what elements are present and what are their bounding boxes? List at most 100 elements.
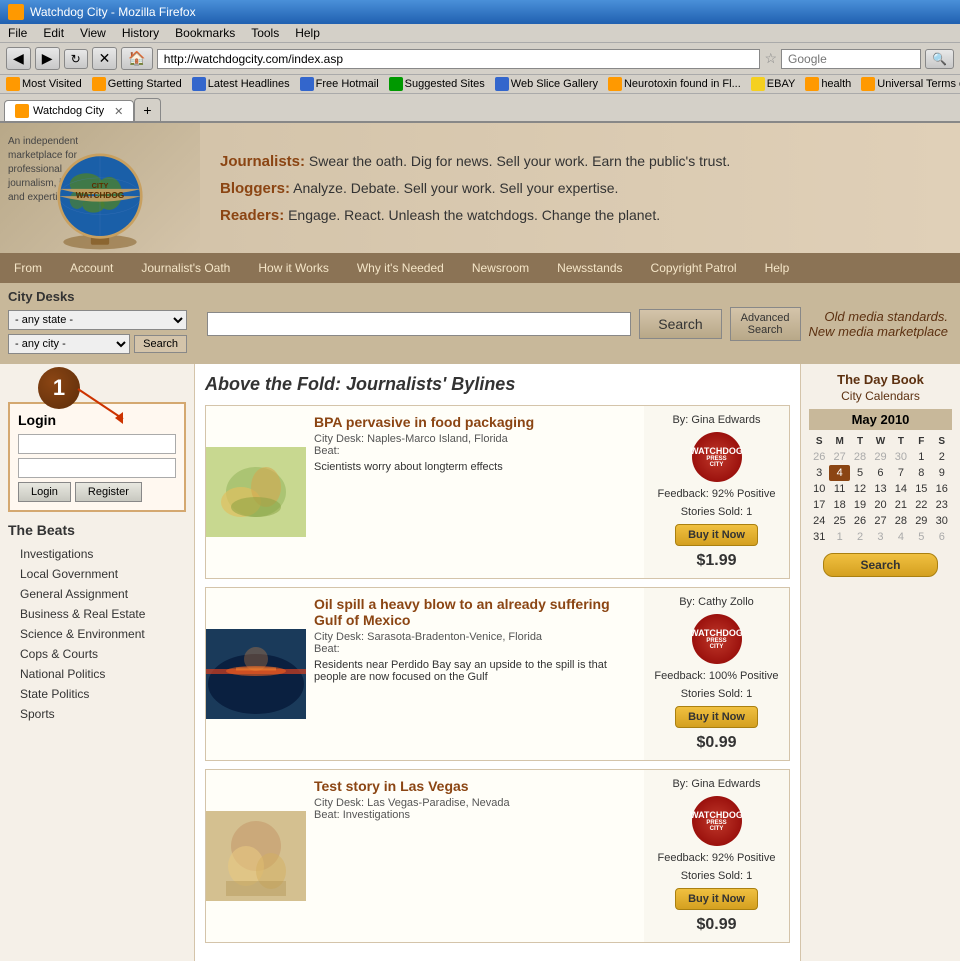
register-button[interactable]: Register: [75, 482, 142, 502]
home-button[interactable]: 🏠: [121, 47, 152, 70]
nav-from[interactable]: From: [0, 253, 56, 283]
cal-day[interactable]: 16: [932, 481, 952, 497]
beat-local-government[interactable]: Local Government: [8, 564, 186, 584]
cal-day[interactable]: 28: [891, 513, 911, 529]
bookmark-universal[interactable]: Universal Terms of: [861, 77, 960, 91]
cal-day[interactable]: 12: [850, 481, 870, 497]
article-title[interactable]: Test story in Las Vegas: [314, 778, 636, 794]
cal-day[interactable]: 31: [809, 529, 829, 545]
cal-day[interactable]: 29: [911, 513, 931, 529]
bookmark-star-icon[interactable]: ☆: [764, 50, 777, 67]
reload-button[interactable]: ↻: [64, 49, 88, 69]
address-bar[interactable]: [157, 49, 761, 69]
login-button[interactable]: Login: [18, 482, 71, 502]
tab-close-icon[interactable]: ✕: [114, 105, 123, 118]
beat-sports[interactable]: Sports: [8, 704, 186, 724]
calendar-search-button[interactable]: Search: [823, 553, 937, 577]
cal-day[interactable]: 7: [891, 465, 911, 481]
browser-search-button[interactable]: 🔍: [925, 49, 954, 69]
nav-account[interactable]: Account: [56, 253, 127, 283]
nav-why-needed[interactable]: Why it's Needed: [343, 253, 458, 283]
nav-help[interactable]: Help: [751, 253, 804, 283]
cal-day[interactable]: 26: [850, 513, 870, 529]
browser-search-input[interactable]: [781, 49, 921, 69]
new-tab-button[interactable]: +: [134, 98, 160, 121]
cal-day[interactable]: 1: [911, 449, 931, 465]
main-search-button[interactable]: Search: [639, 309, 721, 339]
article-title[interactable]: Oil spill a heavy blow to an already suf…: [314, 596, 636, 628]
cal-day[interactable]: 24: [809, 513, 829, 529]
menu-file[interactable]: File: [8, 26, 27, 40]
cal-day[interactable]: 29: [870, 449, 890, 465]
forward-button[interactable]: ▶: [35, 47, 60, 70]
article-title[interactable]: BPA pervasive in food packaging: [314, 414, 636, 430]
cal-day[interactable]: 19: [850, 497, 870, 513]
menu-help[interactable]: Help: [295, 26, 320, 40]
cal-day[interactable]: 4: [891, 529, 911, 545]
cal-day[interactable]: 10: [809, 481, 829, 497]
cal-day[interactable]: 17: [809, 497, 829, 513]
cal-day[interactable]: 26: [809, 449, 829, 465]
cal-day[interactable]: 23: [932, 497, 952, 513]
city-select[interactable]: - any city -: [8, 334, 130, 354]
password-input[interactable]: [18, 458, 176, 478]
cal-day[interactable]: 20: [870, 497, 890, 513]
bookmark-neurotoxin[interactable]: Neurotoxin found in Fl...: [608, 77, 741, 91]
nav-copyright[interactable]: Copyright Patrol: [637, 253, 751, 283]
cal-day[interactable]: 5: [850, 465, 870, 481]
cal-day[interactable]: 15: [911, 481, 931, 497]
bookmark-webslice[interactable]: Web Slice Gallery: [495, 77, 598, 91]
bookmark-ebay[interactable]: EBAY: [751, 77, 796, 91]
bookmark-getting-started[interactable]: Getting Started: [92, 77, 182, 91]
cal-day[interactable]: 11: [829, 481, 849, 497]
cal-day[interactable]: 25: [829, 513, 849, 529]
cal-day-today[interactable]: 4: [829, 465, 849, 481]
cal-day[interactable]: 28: [850, 449, 870, 465]
beat-investigations[interactable]: Investigations: [8, 544, 186, 564]
username-input[interactable]: [18, 434, 176, 454]
cal-day[interactable]: 22: [911, 497, 931, 513]
nav-newsstands[interactable]: Newsstands: [543, 253, 636, 283]
beat-general-assignment[interactable]: General Assignment: [8, 584, 186, 604]
city-search-button[interactable]: Search: [134, 335, 187, 353]
main-search-input[interactable]: [207, 312, 631, 336]
cal-day[interactable]: 2: [850, 529, 870, 545]
bookmark-most-visited[interactable]: Most Visited: [6, 77, 82, 91]
buy-button[interactable]: Buy it Now: [675, 524, 758, 546]
bookmark-suggested[interactable]: Suggested Sites: [389, 77, 485, 91]
cal-day[interactable]: 27: [829, 449, 849, 465]
cal-day[interactable]: 3: [870, 529, 890, 545]
cal-day[interactable]: 18: [829, 497, 849, 513]
cal-day[interactable]: 1: [829, 529, 849, 545]
menu-view[interactable]: View: [80, 26, 106, 40]
bookmark-health[interactable]: health: [805, 77, 851, 91]
menu-tools[interactable]: Tools: [251, 26, 279, 40]
beat-business[interactable]: Business & Real Estate: [8, 604, 186, 624]
menu-edit[interactable]: Edit: [43, 26, 64, 40]
cal-day[interactable]: 30: [932, 513, 952, 529]
cal-day[interactable]: 6: [870, 465, 890, 481]
nav-oath[interactable]: Journalist's Oath: [127, 253, 244, 283]
cal-day[interactable]: 21: [891, 497, 911, 513]
nav-how-it-works[interactable]: How it Works: [244, 253, 342, 283]
bookmark-headlines[interactable]: Latest Headlines: [192, 77, 290, 91]
cal-day[interactable]: 6: [932, 529, 952, 545]
back-button[interactable]: ◀: [6, 47, 31, 70]
tab-watchdog-city[interactable]: Watchdog City ✕: [4, 100, 134, 121]
menu-bookmarks[interactable]: Bookmarks: [175, 26, 235, 40]
beat-national[interactable]: National Politics: [8, 664, 186, 684]
cal-day[interactable]: 3: [809, 465, 829, 481]
advanced-search-button[interactable]: AdvancedSearch: [730, 307, 801, 341]
buy-button[interactable]: Buy it Now: [675, 706, 758, 728]
buy-button[interactable]: Buy it Now: [675, 888, 758, 910]
menu-history[interactable]: History: [122, 26, 159, 40]
beat-state[interactable]: State Politics: [8, 684, 186, 704]
state-select[interactable]: - any state -: [8, 310, 187, 330]
cal-day[interactable]: 13: [870, 481, 890, 497]
cal-day[interactable]: 5: [911, 529, 931, 545]
cal-day[interactable]: 2: [932, 449, 952, 465]
stop-button[interactable]: ✕: [92, 47, 118, 70]
nav-newsroom[interactable]: Newsroom: [458, 253, 543, 283]
cal-day[interactable]: 8: [911, 465, 931, 481]
cal-day[interactable]: 14: [891, 481, 911, 497]
